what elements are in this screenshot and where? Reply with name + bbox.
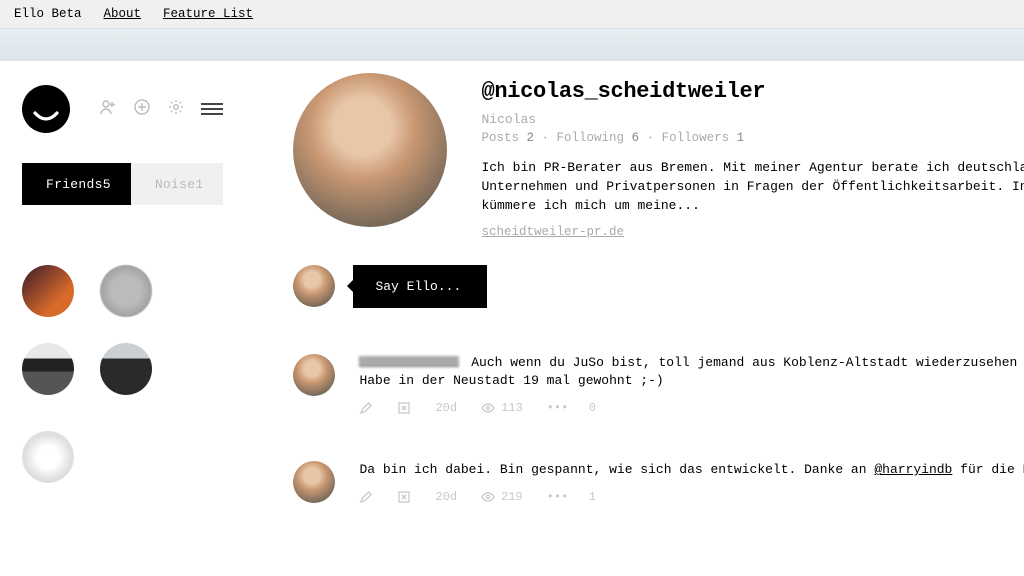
friend-avatar[interactable] <box>22 265 74 317</box>
post-text: Da bin ich dabei. Bin gespannt, wie sich… <box>359 461 1024 480</box>
friend-grid <box>22 265 223 483</box>
eye-icon <box>481 401 495 415</box>
profile-picture[interactable] <box>293 73 447 227</box>
compose-input[interactable]: Say Ello... <box>353 265 487 308</box>
sidebar: Friends 5 Noise 1 <box>0 61 243 504</box>
gear-icon[interactable] <box>167 98 185 120</box>
tab-friends-label: Friends <box>46 177 103 192</box>
profile-stats: Posts 2 · Following 6 · Followers 1 <box>481 131 1024 145</box>
tab-friends-count: 5 <box>103 177 111 192</box>
tab-noise-label: Noise <box>155 177 196 192</box>
banner-image <box>0 29 1024 61</box>
nav-brand[interactable]: Ello Beta <box>14 7 82 21</box>
friend-avatar[interactable] <box>22 343 74 395</box>
post-meta: 20d 219 ••• 1 <box>359 490 1024 504</box>
post-meta: 20d 113 ••• 0 <box>359 401 1024 415</box>
delete-icon[interactable] <box>397 401 411 415</box>
profile-website-link[interactable]: scheidtweiler-pr.de <box>481 225 624 239</box>
composer-avatar <box>293 265 335 307</box>
new-post-icon[interactable] <box>133 98 151 120</box>
tab-noise-count: 1 <box>195 177 203 192</box>
top-nav: Ello Beta About Feature List <box>0 0 1024 29</box>
more-icon[interactable]: ••• 1 <box>547 490 596 504</box>
profile-name: Nicolas <box>481 112 1024 127</box>
post-avatar[interactable] <box>293 354 335 396</box>
post: Auch wenn du JuSo bist, toll jemand aus … <box>293 354 1024 416</box>
post-avatar[interactable] <box>293 461 335 503</box>
profile-info: @nicolas_scheidtweiler Nicolas Posts 2 ·… <box>481 73 1024 239</box>
post: Da bin ich dabei. Bin gespannt, wie sich… <box>293 461 1024 504</box>
post-text: Auch wenn du JuSo bist, toll jemand aus … <box>359 354 1024 392</box>
edit-icon[interactable] <box>359 401 373 415</box>
post-age: 20d <box>435 490 457 504</box>
post-age: 20d <box>435 401 457 415</box>
nav-about[interactable]: About <box>104 7 142 21</box>
edit-icon[interactable] <box>359 490 373 504</box>
mention-link[interactable]: @harryindb <box>874 462 952 477</box>
menu-icon[interactable] <box>201 103 223 115</box>
profile-handle: @nicolas_scheidtweiler <box>481 79 1024 104</box>
add-friend-icon[interactable] <box>99 98 117 120</box>
friend-avatar[interactable] <box>100 343 152 395</box>
redacted-handle <box>359 356 459 367</box>
views-count: 219 <box>481 490 523 504</box>
profile-bio: Ich bin PR-Berater aus Bremen. Mit meine… <box>481 159 1024 216</box>
nav-features[interactable]: Feature List <box>163 7 253 21</box>
eye-icon <box>481 490 495 504</box>
delete-icon[interactable] <box>397 490 411 504</box>
feed-tabs: Friends 5 Noise 1 <box>22 163 223 205</box>
tab-noise[interactable]: Noise 1 <box>131 163 224 205</box>
more-icon[interactable]: ••• 0 <box>547 401 596 415</box>
tab-friends[interactable]: Friends 5 <box>22 163 131 205</box>
friend-avatar[interactable] <box>22 431 74 483</box>
views-count: 113 <box>481 401 523 415</box>
composer: Say Ello... <box>293 265 1024 308</box>
profile-column: @nicolas_scheidtweiler Nicolas Posts 2 ·… <box>243 61 1024 504</box>
friend-avatar[interactable] <box>100 265 152 317</box>
ello-logo[interactable] <box>22 85 70 133</box>
